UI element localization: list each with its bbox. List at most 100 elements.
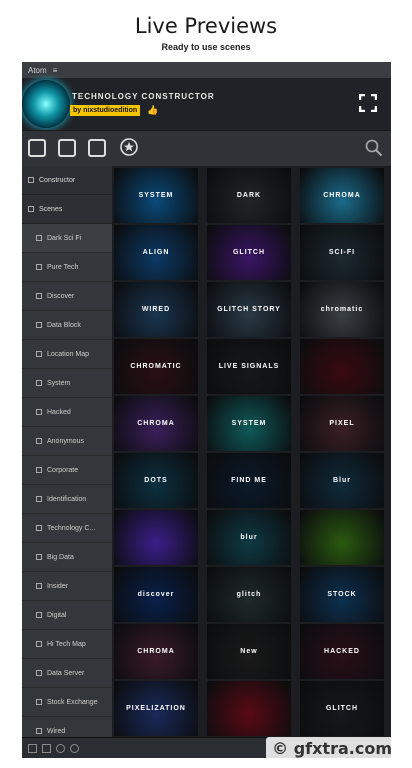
scene-thumbnail[interactable]: LIVE SIGNALS	[207, 339, 291, 394]
scene-icon	[36, 699, 42, 705]
sidebar-item-scene[interactable]: System	[22, 369, 112, 398]
scene-thumbnail[interactable]: STOCK	[300, 567, 384, 622]
scene-thumbnail[interactable]: glitch	[207, 567, 291, 622]
sidebar-item-scene[interactable]: Discover	[22, 282, 112, 311]
sidebar-item-label: System	[47, 379, 71, 387]
sidebar: Constructor Scenes Dark Sci Fi Pure Tech D…	[22, 166, 112, 746]
scene-thumbnail[interactable]: New	[207, 624, 291, 679]
scene-thumbnail[interactable]: PIXELIZATION	[114, 681, 198, 736]
thumbs-up-icon[interactable]: 👍	[147, 105, 158, 116]
scene-thumbnail[interactable]: CHROMA	[114, 396, 198, 451]
scene-thumbnail[interactable]: SYSTEM	[207, 396, 291, 451]
logo	[22, 80, 70, 128]
scene-thumbnail[interactable]: DARK	[207, 168, 291, 223]
sidebar-item-label: Digital	[47, 611, 67, 619]
scene-thumbnail[interactable]: SCI-FI	[300, 225, 384, 280]
sidebar-item-scene[interactable]: Location Map	[22, 340, 112, 369]
sidebar-item-label: Discover	[47, 292, 75, 300]
scene-thumbnail[interactable]: FIND ME	[207, 453, 291, 508]
sidebar-item-label: Location Map	[47, 350, 90, 358]
scene-thumbnail[interactable]: HACKED	[300, 624, 384, 679]
play-icon[interactable]	[56, 743, 65, 753]
scene-icon	[36, 554, 42, 560]
scene-icon	[36, 641, 42, 647]
scene-thumbnail[interactable]: GLITCH	[300, 681, 384, 736]
sidebar-item-scenes[interactable]: Scenes	[22, 195, 112, 224]
sidebar-item-scene[interactable]: Technology C...	[22, 514, 112, 543]
hero-title: Live Previews	[134, 14, 278, 38]
sidebar-item-scene[interactable]: Pure Tech	[22, 253, 112, 282]
scene-thumbnail[interactable]	[114, 510, 198, 565]
scene-icon	[36, 380, 42, 386]
sidebar-item-label: Hi Tech Map	[47, 640, 86, 648]
sidebar-item-label: Data Server	[47, 669, 85, 677]
constructor-icon	[28, 177, 34, 183]
hero-subtitle: Ready to use scenes	[161, 42, 251, 52]
search-icon[interactable]	[365, 139, 383, 157]
sidebar-item-scene[interactable]: Data Block	[22, 311, 112, 340]
grid-icon[interactable]	[42, 743, 51, 753]
sliders-icon[interactable]	[28, 139, 46, 157]
sidebar-item-scene[interactable]: Stock Exchange	[22, 688, 112, 717]
scene-thumbnail[interactable]: SYSTEM	[114, 168, 198, 223]
scene-list: Dark Sci Fi Pure Tech Discover Data Block Lo…	[22, 224, 112, 746]
scene-thumbnail[interactable]: GLITCH STORY	[207, 282, 291, 337]
gear-icon[interactable]	[70, 743, 79, 753]
scene-thumbnail[interactable]	[300, 339, 384, 394]
menu-icon[interactable]: ≡	[53, 66, 58, 75]
brand-title: TECHNOLOGY CONSTRUCTOR	[72, 92, 215, 101]
scene-thumbnail[interactable]: CHROMATIC	[114, 339, 198, 394]
sidebar-item-scene[interactable]: Insider	[22, 572, 112, 601]
sidebar-item-scene[interactable]: Data Server	[22, 659, 112, 688]
scene-thumbnail[interactable]: chromatic	[300, 282, 384, 337]
scene-thumbnail[interactable]: GLITCH	[207, 225, 291, 280]
scene-thumbnail[interactable]	[207, 681, 291, 736]
scene-thumbnail[interactable]: WIRED	[114, 282, 198, 337]
scene-thumbnail[interactable]: CHROMA	[114, 624, 198, 679]
sidebar-item-label: Hacked	[47, 408, 71, 416]
sidebar-item-scene[interactable]: Dark Sci Fi	[22, 224, 112, 253]
sidebar-item-label: Scenes	[39, 205, 63, 213]
layers-icon[interactable]	[58, 139, 76, 157]
scene-icon	[36, 322, 42, 328]
scene-thumbnail[interactable]: PIXEL	[300, 396, 384, 451]
author-badge[interactable]: by nixstudioedition	[70, 105, 141, 116]
scene-icon	[36, 496, 42, 502]
scene-thumbnail[interactable]: discover	[114, 567, 198, 622]
sidebar-item-scene[interactable]: Hacked	[22, 398, 112, 427]
sidebar-item-label: Pure Tech	[47, 263, 79, 271]
sidebar-item-scene[interactable]: Corporate	[22, 456, 112, 485]
sidebar-item-label: Data Block	[47, 321, 81, 329]
sidebar-item-label: Stock Exchange	[47, 698, 98, 706]
scene-thumbnail-grid: SYSTEM DARK CHROMA ALIGN GLITCH SCI-FI WIRED GL…	[112, 166, 391, 738]
scene-thumbnail[interactable]	[300, 510, 384, 565]
sidebar-item-label: Insider	[47, 582, 69, 590]
app-window: Atom ≡ TECHNOLOGY CONSTRUCTOR by nixstud…	[22, 62, 391, 758]
sidebar-item-label: Identification	[47, 495, 87, 503]
scene-icon	[36, 525, 42, 531]
scene-icon	[36, 264, 42, 270]
panel-icon[interactable]	[28, 743, 37, 753]
sidebar-item-label: Corporate	[47, 466, 79, 474]
sidebar-item-scene[interactable]: Anonymous	[22, 427, 112, 456]
scene-icon	[36, 351, 42, 357]
sidebar-item-constructor[interactable]: Constructor	[22, 166, 112, 195]
clipboard-icon[interactable]	[88, 139, 106, 157]
sidebar-item-scene[interactable]: Digital	[22, 601, 112, 630]
sidebar-item-scene[interactable]: Big Data	[22, 543, 112, 572]
fullscreen-icon[interactable]	[359, 94, 377, 112]
star-icon[interactable]	[120, 138, 138, 156]
title-bar: Atom ≡	[22, 62, 391, 78]
header: TECHNOLOGY CONSTRUCTOR by nixstudioediti…	[22, 78, 391, 130]
scene-thumbnail[interactable]: DOTS	[114, 453, 198, 508]
sidebar-item-scene[interactable]: Hi Tech Map	[22, 630, 112, 659]
scene-thumbnail[interactable]: CHROMA	[300, 168, 384, 223]
scene-thumbnail[interactable]: ALIGN	[114, 225, 198, 280]
scene-thumbnail[interactable]: Blur	[300, 453, 384, 508]
sidebar-item-scene[interactable]: Identification	[22, 485, 112, 514]
scene-thumbnail[interactable]: blur	[207, 510, 291, 565]
scene-icon	[36, 670, 42, 676]
sidebar-item-label: Technology C...	[47, 524, 96, 532]
scene-icon	[36, 612, 42, 618]
scene-icon	[36, 583, 42, 589]
